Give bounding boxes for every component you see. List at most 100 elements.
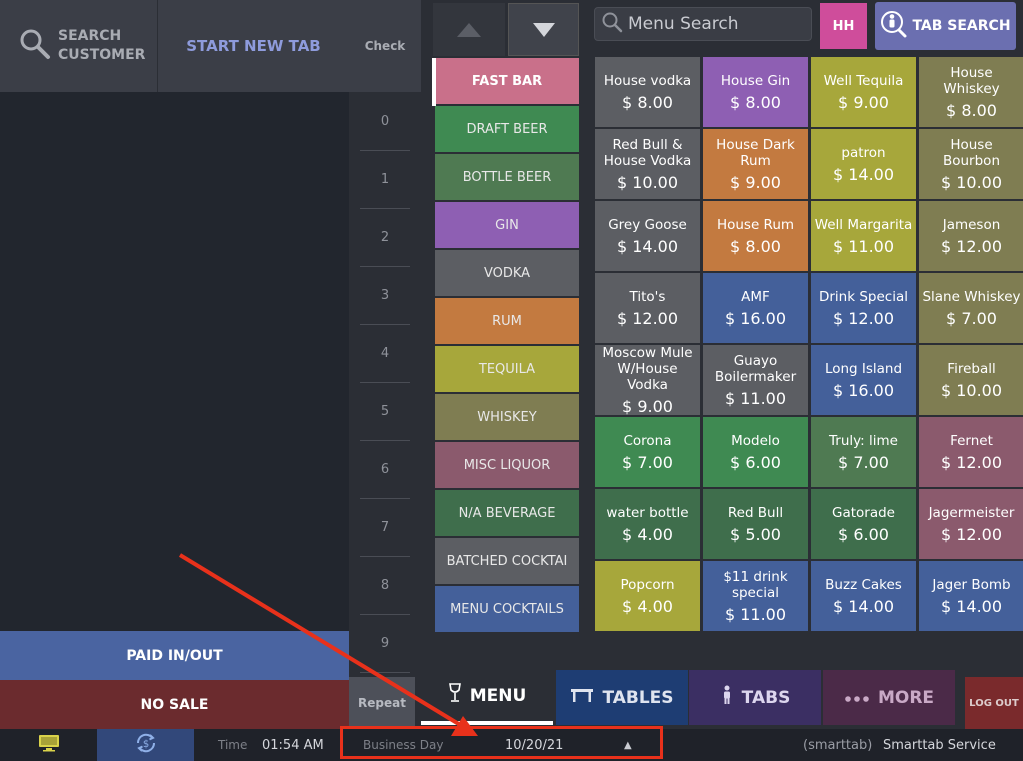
menu-item-name: Red Bull: [727, 504, 784, 521]
menu-item-button[interactable]: House Whiskey $ 8.00: [919, 57, 1023, 127]
menu-item-button[interactable]: House Dark Rum $ 9.00: [703, 129, 808, 199]
menu-item-button[interactable]: Jagermeister $ 12.00: [919, 489, 1023, 559]
paid-in-out-button[interactable]: PAID IN/OUT: [0, 631, 349, 680]
menu-search-box[interactable]: [594, 7, 812, 41]
menu-item-button[interactable]: Buzz Cakes $ 14.00: [811, 561, 916, 631]
seat-button[interactable]: 3: [360, 267, 410, 325]
category-button[interactable]: RUM: [435, 298, 579, 344]
menu-item-price: $ 14.00: [832, 596, 895, 616]
menu-item-button[interactable]: Fireball $ 10.00: [919, 345, 1023, 415]
logout-button[interactable]: LOG OUT: [965, 677, 1023, 729]
menu-item-button[interactable]: Popcorn $ 4.00: [595, 561, 700, 631]
happy-hour-button[interactable]: HH: [820, 3, 867, 49]
menu-item-price: $ 10.00: [940, 172, 1003, 192]
no-sale-button[interactable]: NO SALE: [0, 680, 349, 729]
menu-item-button[interactable]: Modelo $ 6.00: [703, 417, 808, 487]
category-button[interactable]: N/A BEVERAGE: [435, 490, 579, 536]
menu-item-price: $ 8.00: [946, 100, 997, 120]
menu-item-button[interactable]: Truly: lime $ 7.00: [811, 417, 916, 487]
menu-item-button[interactable]: Tito's $ 12.00: [595, 273, 700, 343]
seat-button[interactable]: 4: [360, 325, 410, 383]
menu-item-button[interactable]: Long Island $ 16.00: [811, 345, 916, 415]
menu-item-button[interactable]: Red Bull & House Vodka $ 10.00: [595, 129, 700, 199]
menu-item-price: $ 8.00: [622, 92, 673, 112]
menu-item-button[interactable]: AMF $ 16.00: [703, 273, 808, 343]
menu-search-input[interactable]: [628, 14, 808, 34]
seat-button[interactable]: 5: [360, 383, 410, 441]
menu-item-price: $ 7.00: [838, 452, 889, 472]
menu-item-name: Fernet: [950, 432, 993, 449]
menu-item-name: House Whiskey: [943, 64, 1000, 97]
menu-item-name: Moscow Mule W/House Vodka: [602, 344, 693, 393]
category-scroll-down-button[interactable]: [508, 3, 579, 56]
menu-item-button[interactable]: Well Margarita $ 11.00: [811, 201, 916, 271]
category-button[interactable]: WHISKEY: [435, 394, 579, 440]
nav-more-tab[interactable]: MORE: [823, 670, 955, 725]
menu-item-button[interactable]: Gatorade $ 6.00: [811, 489, 916, 559]
menu-item-button[interactable]: Red Bull $ 5.00: [703, 489, 808, 559]
menu-item-button[interactable]: Fernet $ 12.00: [919, 417, 1023, 487]
search-customer-button[interactable]: SEARCH CUSTOMER: [0, 0, 157, 92]
category-scroll-up-button[interactable]: [433, 3, 505, 56]
category-button[interactable]: MENU COCKTAILS: [435, 586, 579, 632]
menu-item-name: Well Tequila: [823, 72, 904, 89]
menu-item-button[interactable]: House Gin $ 8.00: [703, 57, 808, 127]
menu-item-button[interactable]: Drink Special $ 12.00: [811, 273, 916, 343]
nav-menu-label: MENU: [469, 685, 527, 706]
menu-item-button[interactable]: Jameson $ 12.00: [919, 201, 1023, 271]
menu-item-button[interactable]: House Rum $ 8.00: [703, 201, 808, 271]
category-button[interactable]: VODKA: [435, 250, 579, 296]
menu-item-button[interactable]: Corona $ 7.00: [595, 417, 700, 487]
menu-item-price: $ 8.00: [730, 92, 781, 112]
seat-button[interactable]: 2: [360, 209, 410, 267]
nav-tables-tab[interactable]: TABLES: [556, 670, 688, 725]
display-button[interactable]: [0, 729, 97, 761]
menu-item-price: $ 16.00: [832, 380, 895, 400]
menu-item-button[interactable]: Grey Goose $ 14.00: [595, 201, 700, 271]
category-button[interactable]: FAST BAR: [435, 58, 579, 104]
category-button[interactable]: BOTTLE BEER: [435, 154, 579, 200]
category-button[interactable]: DRAFT BEER: [435, 106, 579, 152]
seat-button[interactable]: 6: [360, 441, 410, 499]
seat-button[interactable]: 0: [360, 93, 410, 151]
check-header[interactable]: Check: [349, 0, 421, 92]
menu-item-price: $ 9.00: [838, 92, 889, 112]
menu-item-price: $ 12.00: [940, 524, 1003, 544]
menu-item-name: Tito's: [629, 288, 666, 305]
repeat-button[interactable]: Repeat: [349, 677, 415, 729]
tab-search-button[interactable]: TAB SEARCH: [875, 2, 1016, 50]
nav-tabs-tab[interactable]: TABS: [689, 670, 821, 725]
menu-item-button[interactable]: Well Tequila $ 9.00: [811, 57, 916, 127]
start-new-tab-button[interactable]: START NEW TAB: [157, 0, 349, 92]
menu-item-button[interactable]: patron $ 14.00: [811, 129, 916, 199]
sync-button[interactable]: $: [97, 729, 194, 761]
category-button[interactable]: BATCHED COCKTAI: [435, 538, 579, 584]
category-button[interactable]: TEQUILA: [435, 346, 579, 392]
brand-logo: (smarttab): [803, 737, 873, 753]
category-button[interactable]: GIN: [435, 202, 579, 248]
menu-item-name: water bottle: [606, 504, 689, 521]
menu-item-button[interactable]: Jager Bomb $ 14.00: [919, 561, 1023, 631]
menu-item-price: $ 10.00: [616, 172, 679, 192]
menu-item-button[interactable]: House vodka $ 8.00: [595, 57, 700, 127]
category-button[interactable]: MISC LIQUOR: [435, 442, 579, 488]
menu-item-button[interactable]: water bottle $ 4.00: [595, 489, 700, 559]
menu-item-name: House Dark Rum: [716, 136, 795, 169]
menu-item-button[interactable]: Moscow Mule W/House Vodka $ 9.00: [595, 344, 700, 416]
menu-item-button[interactable]: House Bourbon $ 10.00: [919, 129, 1023, 199]
menu-item-button[interactable]: Guayo Boilermaker $ 11.00: [703, 345, 808, 415]
seat-button[interactable]: 8: [360, 557, 410, 615]
menu-item-button[interactable]: $11 drink special $ 11.00: [703, 561, 808, 631]
ticket-area: [0, 92, 349, 631]
menu-item-name: Jager Bomb: [932, 576, 1011, 593]
seat-button[interactable]: 9: [360, 615, 410, 673]
seat-button[interactable]: 1: [360, 151, 410, 209]
nav-menu-tab[interactable]: MENU: [421, 670, 553, 725]
menu-item-name: patron: [841, 144, 886, 161]
magnifier-icon: [18, 27, 52, 65]
arrow-up-icon: [457, 22, 481, 37]
ellipsis-icon: [844, 688, 870, 708]
menu-item-button[interactable]: Slane Whiskey $ 7.00: [919, 273, 1023, 343]
seat-button[interactable]: 7: [360, 499, 410, 557]
menu-item-name: Buzz Cakes: [825, 576, 902, 593]
